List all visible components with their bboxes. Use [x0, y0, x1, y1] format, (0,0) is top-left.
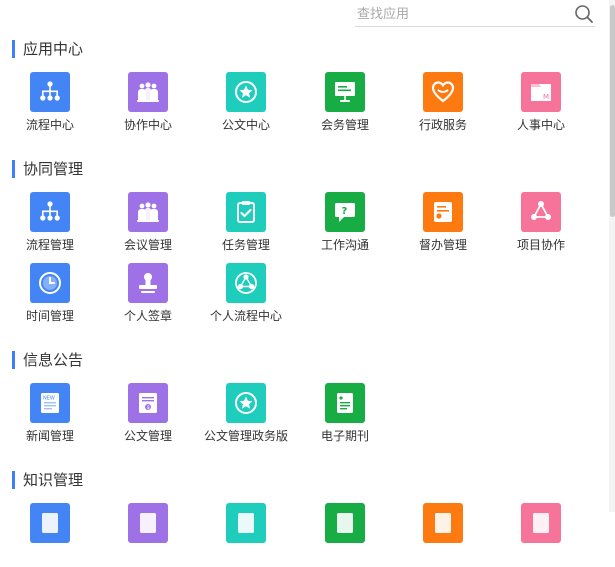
app-tile[interactable]: 公文中心 [196, 72, 296, 136]
knowledge-icon [30, 503, 70, 543]
personnel-folder-icon: M [521, 72, 561, 112]
app-label: 工作沟通 [320, 238, 369, 252]
app-tile[interactable]: 流程管理 [0, 192, 100, 256]
scrollbar-thumb[interactable] [610, 5, 615, 217]
svg-text:?: ? [342, 206, 348, 217]
svg-text:M: M [543, 93, 549, 101]
app-label: 个人签章 [123, 309, 172, 323]
svg-text:$: $ [147, 405, 150, 411]
section-title-knowledge: 知识管理 [12, 471, 83, 489]
app-tile[interactable]: 会务管理 [295, 72, 395, 136]
app-label: 行政服务 [418, 118, 467, 132]
app-tile[interactable]: 协作中心 [98, 72, 198, 136]
app-label: 人事中心 [516, 118, 565, 132]
clipboard-check-icon [226, 192, 266, 232]
supervision-document-icon [423, 192, 463, 232]
group-icon [128, 72, 168, 112]
app-label: 时间管理 [25, 309, 74, 323]
app-label: 流程管理 [25, 238, 74, 252]
chat-question-icon: ? [325, 192, 365, 232]
app-label: 个人流程中心 [209, 309, 282, 323]
app-tile[interactable]: 任务管理 [196, 192, 296, 256]
journal-icon [325, 383, 365, 423]
app-tile[interactable] [491, 503, 591, 567]
scrollbar[interactable] [609, 0, 615, 512]
org-chart-icon [30, 192, 70, 232]
presentation-board-icon [325, 72, 365, 112]
section-title-announcements: 信息公告 [12, 351, 83, 369]
app-tile[interactable] [196, 503, 296, 567]
clock-icon [30, 263, 70, 303]
app-tile[interactable]: 时间管理 [0, 263, 100, 327]
knowledge-icon [226, 503, 266, 543]
app-tile[interactable]: 个人签章 [98, 263, 198, 327]
section-title-collaboration: 协同管理 [12, 160, 83, 178]
org-chart-icon [30, 72, 70, 112]
app-tile[interactable]: $ 公文管理 [98, 383, 198, 447]
app-label: 新闻管理 [25, 429, 74, 443]
app-tile[interactable]: NEW 新闻管理 [0, 383, 100, 447]
svg-text:NEW: NEW [43, 396, 55, 402]
app-tile[interactable]: 督办管理 [393, 192, 493, 256]
app-label: 督办管理 [418, 238, 467, 252]
app-tile[interactable] [295, 503, 395, 567]
app-tile[interactable]: M 人事中心 [491, 72, 591, 136]
app-label: 协作中心 [123, 118, 172, 132]
app-tile[interactable] [98, 503, 198, 567]
app-label: 会议管理 [123, 238, 172, 252]
app-tile[interactable]: 电子期刊 [295, 383, 395, 447]
group-icon [128, 192, 168, 232]
app-tile[interactable]: ? 工作沟通 [295, 192, 395, 256]
star-badge-icon [226, 383, 266, 423]
app-label: 流程中心 [25, 118, 74, 132]
app-tile[interactable]: 会议管理 [98, 192, 198, 256]
app-label: 公文管理 [123, 429, 172, 443]
app-label: 公文管理政务版 [203, 429, 288, 443]
knowledge-icon [128, 503, 168, 543]
triangle-nodes-icon [521, 192, 561, 232]
app-tile[interactable]: 行政服务 [393, 72, 493, 136]
app-label: 公文中心 [221, 118, 270, 132]
app-tile[interactable] [0, 503, 100, 567]
stamp-icon [128, 263, 168, 303]
app-tile[interactable]: 公文管理政务版 [196, 383, 296, 447]
app-tile[interactable]: 个人流程中心 [196, 263, 296, 327]
knowledge-icon [423, 503, 463, 543]
knowledge-icon [325, 503, 365, 543]
app-tile[interactable] [393, 503, 493, 567]
official-document-icon: $ [128, 383, 168, 423]
app-label: 电子期刊 [320, 429, 369, 443]
app-label: 会务管理 [320, 118, 369, 132]
section-title-app-center: 应用中心 [12, 40, 83, 58]
search-input[interactable] [357, 4, 557, 24]
app-label: 项目协作 [516, 238, 565, 252]
network-circle-icon [226, 263, 266, 303]
app-tile[interactable]: 流程中心 [0, 72, 100, 136]
search-icon[interactable] [574, 4, 594, 24]
star-badge-icon [226, 72, 266, 112]
app-label: 任务管理 [221, 238, 270, 252]
app-tile[interactable]: 项目协作 [491, 192, 591, 256]
search-bar [355, 2, 595, 27]
news-icon: NEW [30, 383, 70, 423]
knowledge-icon [521, 503, 561, 543]
heart-icon [423, 72, 463, 112]
